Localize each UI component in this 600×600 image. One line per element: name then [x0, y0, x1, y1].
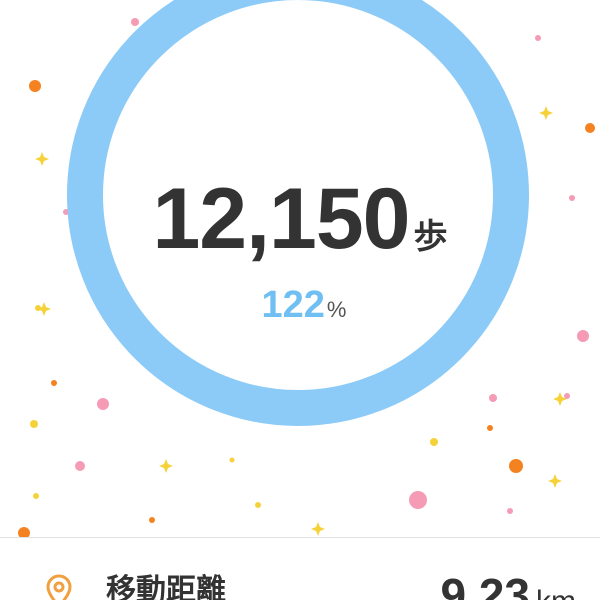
- location-pin-icon: [46, 574, 72, 600]
- goal-percentage-sign: %: [326, 297, 347, 322]
- distance-row[interactable]: 移動距離 9.23 km: [0, 538, 600, 600]
- distance-value: 9.23: [440, 569, 530, 600]
- step-count-unit: 歩: [413, 217, 448, 257]
- distance-value-group: 9.23 km: [440, 572, 576, 600]
- goal-percentage-value: 122: [261, 284, 325, 326]
- step-count-screen: 12,150歩 122% 移動距離 9.23 km: [0, 0, 600, 600]
- step-count: 12,150 歩: [0, 176, 600, 262]
- step-summary-hero: 12,150 歩 122%: [0, 0, 600, 537]
- goal-percentage: 122%: [0, 286, 600, 324]
- distance-unit: km: [536, 585, 576, 600]
- step-count-value: 12,150: [152, 171, 410, 267]
- distance-label: 移動距離: [106, 573, 226, 600]
